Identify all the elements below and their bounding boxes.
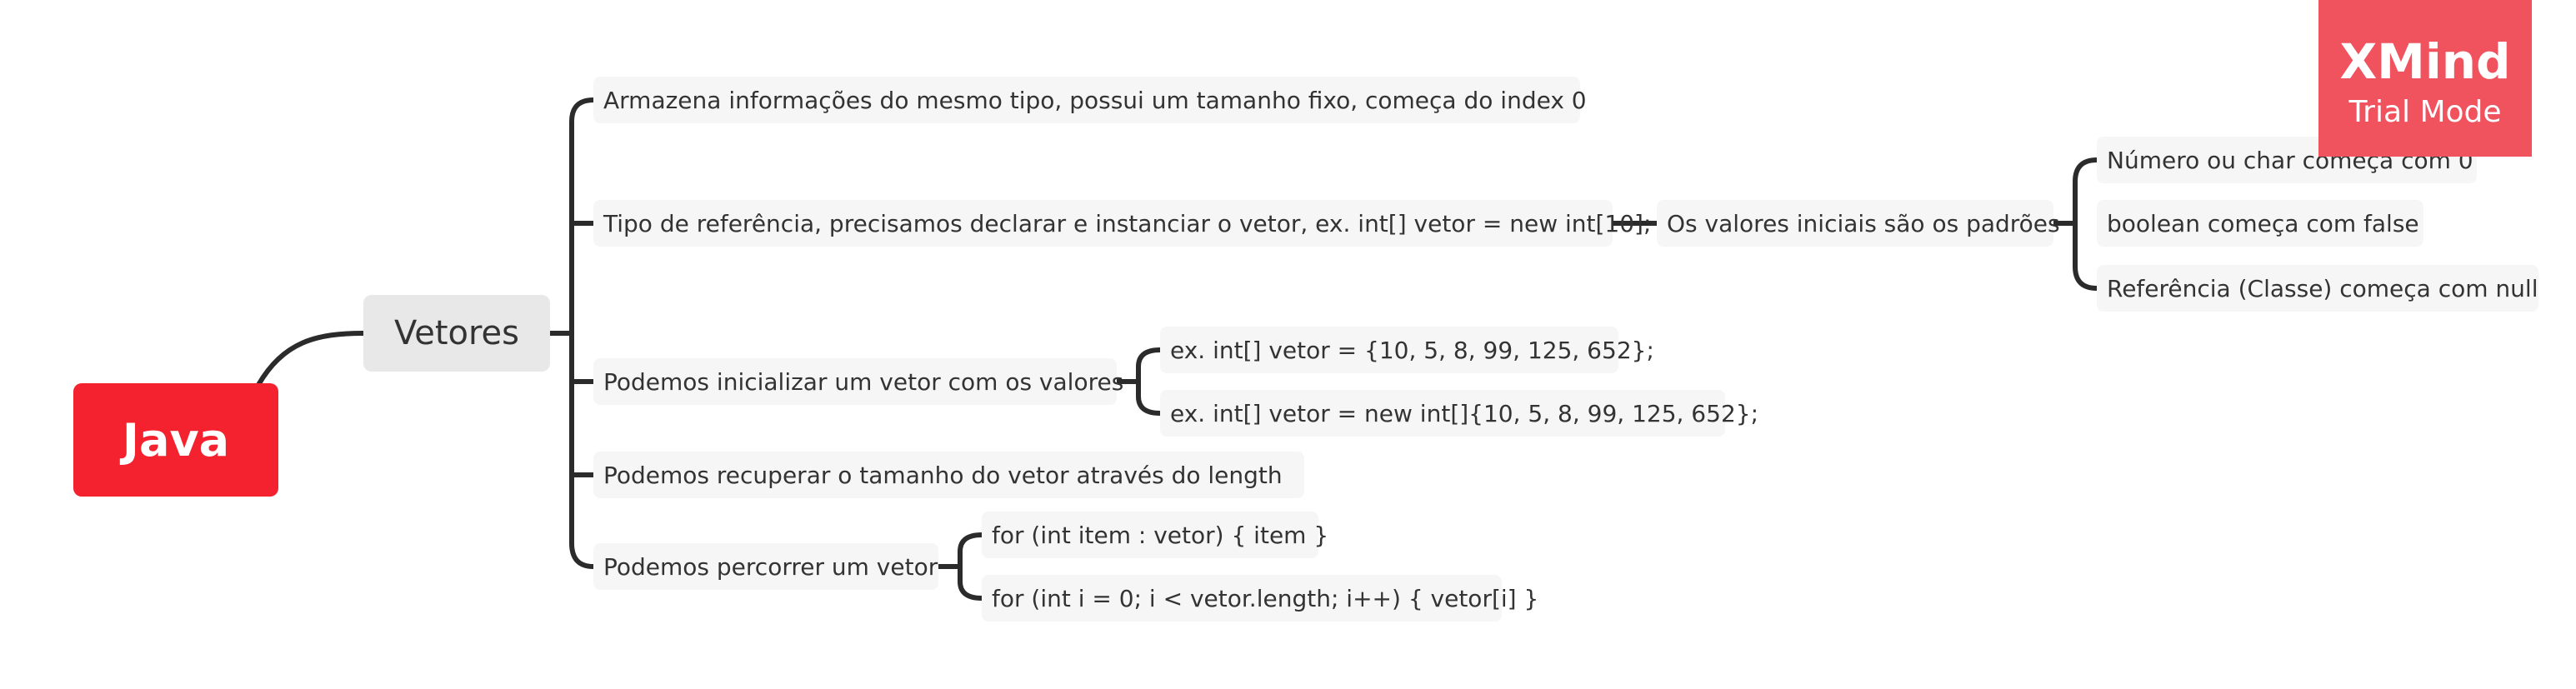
subtopic-valores-iniciais[interactable]: Os valores iniciais são os padrões [1657, 200, 2060, 247]
default-referencia[interactable]: Referência (Classe) começa com null [2097, 265, 2538, 312]
example-init-new[interactable]: ex. int[] vetor = new int[]{10, 5, 8, 99… [1160, 390, 1758, 437]
trial-watermark: XMind Trial Mode [2318, 0, 2532, 157]
default-boolean[interactable]: boolean começa com false [2097, 200, 2423, 247]
bracket-defaults [2073, 157, 2099, 291]
example-init-literal[interactable]: ex. int[] vetor = {10, 5, 8, 99, 125, 65… [1160, 327, 1654, 373]
example-for-index[interactable]: for (int i = 0; i < vetor.length; i++) {… [982, 575, 1538, 622]
bracket-init-examples [1136, 347, 1163, 416]
subtopic-percorrer[interactable]: Podemos percorrer um vetor [593, 543, 938, 590]
subtopic-armazena[interactable]: Armazena informações do mesmo tipo, poss… [593, 77, 1587, 123]
connector-root-main [256, 331, 366, 387]
subtopic-inicializar[interactable]: Podemos inicializar um vetor com os valo… [593, 358, 1123, 405]
bracket-loop-examples [958, 532, 984, 601]
example-foreach[interactable]: for (int item : vetor) { item } [982, 512, 1328, 558]
watermark-subtitle: Trial Mode [2348, 95, 2502, 129]
root-topic-java[interactable]: Java [73, 383, 278, 497]
subtopic-length[interactable]: Podemos recuperar o tamanho do vetor atr… [593, 452, 1304, 498]
mindmap-canvas: Java Vetores Armazena informações do mes… [0, 0, 2576, 689]
topic-vetores[interactable]: Vetores [363, 295, 550, 372]
watermark-title: XMind [2339, 33, 2511, 90]
bracket-topics [569, 97, 596, 569]
subtopic-tipo-referencia[interactable]: Tipo de referência, precisamos declarar … [593, 200, 1651, 247]
